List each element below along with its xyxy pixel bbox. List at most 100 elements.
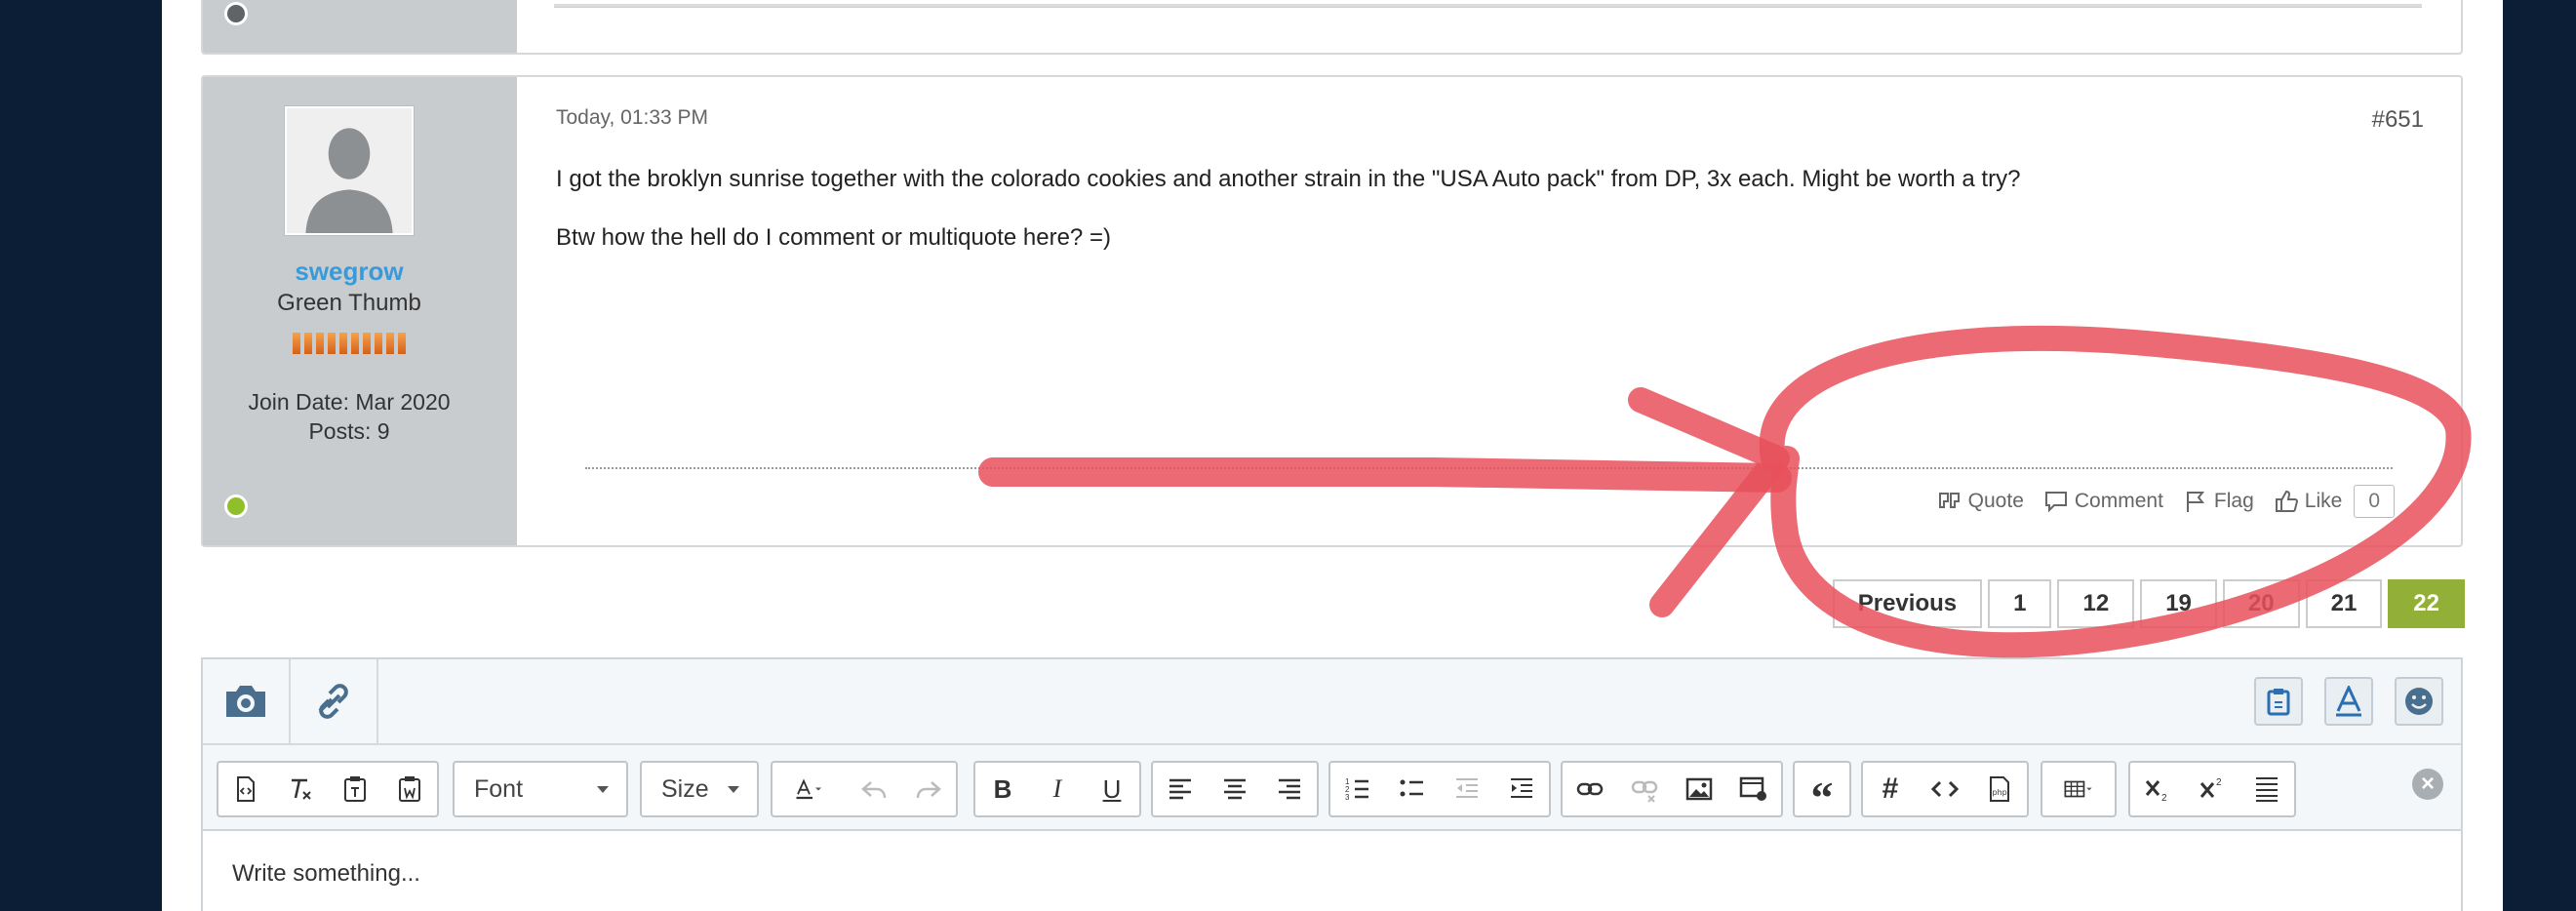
toggle-formatting-button[interactable] <box>2324 677 2373 726</box>
subscript-icon: 2 <box>2145 780 2167 804</box>
size-dropdown[interactable]: Size <box>640 761 759 817</box>
smiley-icon <box>2405 688 2433 715</box>
underline-button[interactable]: U <box>1085 763 1139 815</box>
align-center-button[interactable] <box>1208 763 1262 815</box>
upload-photo-button[interactable] <box>203 659 291 743</box>
redo-button[interactable] <box>901 763 956 815</box>
horizontal-rule-button[interactable] <box>2239 763 2294 815</box>
source-button[interactable] <box>218 763 273 815</box>
remove-format-button[interactable] <box>273 763 328 815</box>
offline-status-icon <box>224 2 248 25</box>
avatar[interactable] <box>284 105 415 236</box>
previous-page-button[interactable]: Previous <box>1832 579 1983 628</box>
superscript-icon: 2 <box>2200 777 2222 798</box>
author-join-date: Join Date: Mar 2020 <box>248 389 451 415</box>
toolbar-group-insert <box>1561 761 1783 817</box>
quote-label: Quote <box>1967 490 2024 512</box>
hashtag-button[interactable]: # <box>1863 763 1918 815</box>
close-editor-icon[interactable]: × <box>2412 769 2443 800</box>
author-username[interactable]: swegrow <box>203 257 495 287</box>
quote-button[interactable]: Quote <box>1937 489 2024 514</box>
paste-word-button[interactable] <box>382 763 437 815</box>
insert-link-button[interactable] <box>291 659 378 743</box>
blockquote-button[interactable]: “ <box>1795 763 1849 822</box>
comment-button[interactable]: Comment <box>2043 489 2163 514</box>
paste-text-button[interactable] <box>328 763 382 815</box>
editor-placeholder: Write something... <box>232 860 420 887</box>
chevron-down-icon <box>597 785 609 793</box>
text-color-icon <box>796 778 821 800</box>
default-avatar-icon <box>287 108 412 233</box>
page-button[interactable]: 20 <box>2222 579 2300 628</box>
text-color-button[interactable] <box>773 763 847 815</box>
code-button[interactable] <box>1918 763 1972 815</box>
post-footer-divider <box>585 467 2393 469</box>
current-page-button[interactable]: 22 <box>2388 579 2465 628</box>
page-button[interactable]: 19 <box>2140 579 2217 628</box>
post-number-link[interactable]: #651 <box>2372 106 2424 134</box>
source-icon <box>237 776 255 802</box>
php-button[interactable]: php <box>1972 763 2027 815</box>
like-label: Like <box>2304 490 2343 512</box>
numbered-list-button[interactable]: 123 <box>1330 763 1385 815</box>
toolbar-group-text-style: B I U <box>973 761 1141 817</box>
table-icon <box>2064 780 2092 798</box>
previous-post-divider <box>554 4 2422 8</box>
indent-icon <box>1511 778 1532 798</box>
page-button[interactable]: 21 <box>2305 579 2383 628</box>
table-button[interactable] <box>2042 763 2115 815</box>
size-dropdown-label: Size <box>661 774 709 803</box>
editor-text-area[interactable]: Write something... <box>203 829 2461 911</box>
link-icon <box>1576 782 1604 796</box>
image-icon <box>1685 777 1713 801</box>
undo-icon <box>861 781 887 799</box>
paste-button[interactable] <box>2254 677 2303 726</box>
subscript-button[interactable]: 2 <box>2130 763 2185 815</box>
numbered-list-icon: 123 <box>1345 777 1368 802</box>
flag-icon <box>2186 492 2205 512</box>
reply-editor: Font Size B I U 1 2 3 “ # php 2 2 × Writ… <box>201 657 2463 911</box>
pagination: Previous 1 12 19 20 21 22 <box>1832 579 2465 628</box>
bullet-list-button[interactable] <box>1385 763 1440 815</box>
align-right-icon <box>1279 778 1300 800</box>
link-icon <box>318 684 348 719</box>
toolbar-group-lists: 123 <box>1328 761 1551 817</box>
post-paragraph: I got the broklyn sunrise together with … <box>556 166 2021 192</box>
post-actions: Quote Comment Flag Like 0 <box>1937 485 2395 518</box>
previous-post <box>201 0 2463 55</box>
author-post-count: Posts: 9 <box>308 418 390 444</box>
paste-text-icon <box>344 776 366 802</box>
clipboard-icon <box>2267 689 2290 716</box>
editor-toolbar: Font Size B I U 1 2 3 “ # php 2 2 <box>217 761 2447 822</box>
superscript-button[interactable]: 2 <box>2185 763 2239 815</box>
image-button[interactable] <box>1672 763 1726 815</box>
quote-icon <box>1938 493 1960 508</box>
undo-button[interactable] <box>847 763 901 815</box>
bold-button[interactable]: B <box>975 763 1030 815</box>
font-dropdown[interactable]: Font <box>453 761 628 817</box>
align-left-button[interactable] <box>1153 763 1208 815</box>
code-icon <box>1930 780 1960 798</box>
video-button[interactable] <box>1726 763 1781 815</box>
indent-button[interactable] <box>1494 763 1549 815</box>
align-right-button[interactable] <box>1262 763 1317 815</box>
paste-word-icon <box>399 776 420 802</box>
page-button[interactable]: 1 <box>1988 579 2052 628</box>
flag-button[interactable]: Flag <box>2183 489 2254 514</box>
outdent-button[interactable] <box>1440 763 1494 815</box>
toolbar-group-color-history <box>771 761 958 817</box>
link-button[interactable] <box>1563 763 1617 815</box>
unlink-button[interactable] <box>1617 763 1672 815</box>
blockquote-icon: “ <box>1810 772 1834 822</box>
remove-format-icon <box>292 778 311 800</box>
emoji-button[interactable] <box>2395 677 2443 726</box>
video-icon <box>1739 776 1766 801</box>
italic-button[interactable]: I <box>1030 763 1085 815</box>
like-button[interactable]: Like <box>2274 489 2343 514</box>
hashtag-icon: # <box>1882 772 1899 805</box>
post-paragraph: Btw how the hell do I comment or multiqu… <box>556 224 1111 251</box>
page-button[interactable]: 12 <box>2057 579 2135 628</box>
comment-label: Comment <box>2074 490 2163 512</box>
svg-text:php: php <box>1993 788 2007 797</box>
underline-icon: U <box>1102 773 1122 804</box>
